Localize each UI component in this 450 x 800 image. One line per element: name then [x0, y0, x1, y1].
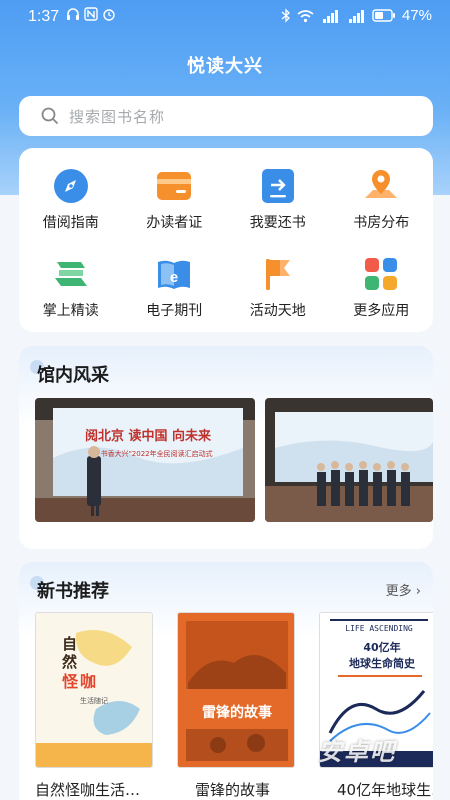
book-cover-1[interactable]: 自 然 怪 咖 生活随记	[35, 612, 153, 768]
search-icon	[41, 107, 59, 125]
card-icon	[156, 168, 192, 204]
menu-label: 我要还书	[249, 215, 306, 231]
search-bar[interactable]: 搜索图书名称	[19, 96, 433, 136]
svg-text:e: e	[170, 269, 178, 286]
svg-text:然: 然	[62, 653, 77, 671]
menu-label: 活动天地	[249, 303, 306, 319]
search-placeholder: 搜索图书名称	[69, 107, 166, 126]
battery-icon	[372, 9, 395, 22]
apps-grid-icon	[363, 256, 399, 292]
gallery-photo-2[interactable]	[265, 398, 433, 522]
map-pin-icon	[363, 168, 399, 204]
menu-item-borrow-guide[interactable]: 借阅指南	[19, 168, 123, 232]
quick-menu-card: 借阅指南 办读者证 我要还书 书房分布 掌上精读 e 电子期刊 活动天地 更多应…	[19, 148, 433, 332]
gallery-photo-1[interactable]: 阅北京 读中国 向未来 "书香大兴"2022年全民阅读汇启动式	[35, 398, 255, 522]
cover-title-2: 雷锋的故事	[202, 704, 272, 721]
signal-icon-1	[322, 9, 338, 23]
menu-item-e-journals[interactable]: e 电子期刊	[123, 256, 227, 320]
alarm-icon	[103, 9, 115, 21]
chevron-right-icon: ›	[415, 584, 421, 599]
compass-icon	[53, 168, 89, 204]
svg-text:怪: 怪	[62, 672, 79, 691]
menu-label: 办读者证	[146, 215, 203, 231]
book-cover-2[interactable]: 雷锋的故事	[177, 612, 295, 768]
book-title-2[interactable]: 雷锋的故事	[195, 779, 325, 800]
wifi-icon	[297, 9, 314, 22]
status-system-icons: 47%	[281, 7, 432, 24]
book-title-3[interactable]: 40亿年地球生…	[337, 779, 433, 800]
svg-text:咖: 咖	[80, 672, 96, 691]
return-arrow-icon	[260, 168, 296, 204]
menu-item-activities[interactable]: 活动天地	[226, 256, 330, 320]
status-bar: 1:37 47%	[0, 0, 450, 34]
book-stack-icon	[53, 256, 89, 292]
cover-subtitle: 生活随记	[80, 696, 108, 705]
e-book-icon: e	[156, 256, 192, 292]
banner-slogan-1: 阅北京 读中国 向未来	[85, 428, 212, 444]
status-time: 1:37	[28, 8, 60, 25]
gallery-section: 馆内风采 阅北京 读中国 向未来 "书香大兴"2022年全民阅读汇启动式	[19, 346, 433, 549]
menu-item-return-book[interactable]: 我要还书	[226, 168, 330, 232]
svg-text:地球生命简史: 地球生命简史	[349, 656, 416, 670]
menu-label: 电子期刊	[146, 303, 203, 319]
menu-label: 借阅指南	[42, 215, 99, 231]
bluetooth-icon	[281, 8, 290, 23]
menu-label: 更多应用	[353, 303, 410, 319]
new-books-title: 新书推荐	[37, 581, 109, 602]
nfc-icon	[84, 7, 98, 21]
svg-text:40亿年: 40亿年	[363, 640, 400, 654]
watermark-logo: 安卓吧	[318, 738, 396, 766]
book-title-1[interactable]: 自然怪咖生活…	[35, 779, 165, 800]
status-notification-icons	[66, 7, 116, 21]
more-label: 更多	[385, 584, 412, 599]
menu-item-more-apps[interactable]: 更多应用	[330, 256, 434, 320]
gallery-title: 馆内风采	[37, 365, 109, 386]
flag-icon	[260, 256, 296, 292]
banner-subtitle-1: "书香大兴"2022年全民阅读汇启动式	[97, 449, 212, 458]
menu-item-reader-card[interactable]: 办读者证	[123, 168, 227, 232]
more-books-link[interactable]: 更多 ›	[386, 580, 421, 599]
cover-header-3: LIFE ASCENDING	[345, 624, 413, 633]
svg-text:自: 自	[62, 635, 77, 653]
battery-percent: 47%	[401, 7, 432, 24]
menu-label: 掌上精读	[42, 303, 99, 319]
signal-icon-2	[348, 9, 364, 23]
page-title: 悦读大兴	[187, 56, 263, 77]
menu-item-mobile-reading[interactable]: 掌上精读	[19, 256, 123, 320]
menu-label: 书房分布	[353, 215, 410, 231]
menu-item-study-locations[interactable]: 书房分布	[330, 168, 434, 232]
headphones-icon	[67, 8, 79, 20]
